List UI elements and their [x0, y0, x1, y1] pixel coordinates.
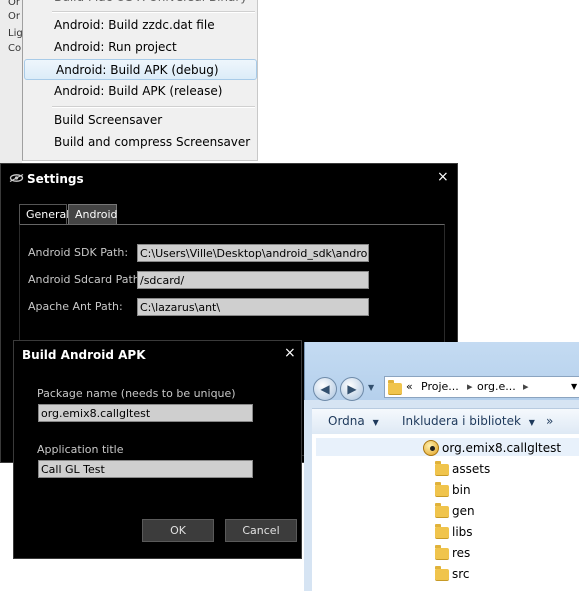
- more-button[interactable]: »: [546, 409, 553, 433]
- folder-gen[interactable]: gen: [452, 503, 475, 519]
- folder-icon: [435, 482, 449, 497]
- menu-item-build-apk-release[interactable]: Android: Build APK (release): [23, 81, 255, 102]
- build-dialog-title: Build Android APK: [22, 348, 146, 362]
- breadcrumb-separator[interactable]: ▸: [467, 377, 473, 397]
- folder-icon: [435, 524, 449, 539]
- sdk-path-input[interactable]: C:\Users\Ville\Desktop\android_sdk\andro…: [137, 244, 369, 262]
- menu-item-run-project[interactable]: Android: Run project: [23, 37, 255, 58]
- menu-separator: [52, 106, 255, 108]
- forward-button[interactable]: ▶: [340, 377, 364, 401]
- ok-button[interactable]: OK: [142, 519, 214, 542]
- settings-title: Settings: [27, 172, 84, 186]
- chevron-down-icon: ▼: [372, 418, 379, 427]
- folder-icon: [435, 503, 449, 518]
- explorer-toolbar: Ordna ▼ Inkludera i bibliotek ▼ »: [312, 408, 579, 436]
- folder-src[interactable]: src: [452, 566, 470, 582]
- folder-bin[interactable]: bin: [452, 482, 471, 498]
- ant-path-label: Apache Ant Path:: [28, 300, 123, 313]
- breadcrumb-projects[interactable]: Proje...: [421, 377, 459, 397]
- package-icon: [423, 440, 439, 456]
- back-button[interactable]: ◀: [313, 377, 337, 401]
- settings-icon: [9, 172, 24, 187]
- menu-item-build-screensaver[interactable]: Build Screensaver: [23, 110, 255, 131]
- cancel-button[interactable]: Cancel: [225, 519, 297, 542]
- organize-button[interactable]: Ordna ▼: [328, 409, 379, 435]
- address-dropdown-icon[interactable]: ▼: [571, 377, 577, 397]
- menu-item-build-compress-screensaver[interactable]: Build and compress Screensaver: [23, 132, 255, 153]
- panel-fragment: Or: [8, 11, 20, 22]
- address-bar[interactable]: « Proje... ▸ org.e... ▸ ▼: [384, 376, 579, 398]
- panel-fragment: Lig: [8, 28, 23, 39]
- build-apk-dialog: Build Android APK × Package name (needs …: [13, 340, 302, 559]
- explorer-window: ◀ ▶ ▼ « Proje... ▸ org.e... ▸ ▼ Ordna ▼ …: [304, 342, 579, 591]
- sdk-path-label: Android SDK Path:: [28, 246, 129, 259]
- ant-path-input[interactable]: C:\lazarus\ant\: [137, 298, 369, 316]
- sdcard-path-input[interactable]: /sdcard/: [137, 271, 369, 289]
- menu-item-build-zzdc[interactable]: Android: Build zzdc.dat file: [23, 15, 255, 36]
- close-icon[interactable]: ×: [437, 169, 449, 185]
- include-label: Inkludera i bibliotek: [402, 414, 521, 428]
- context-menu: Build Mac OS X Universal Binary Android:…: [22, 0, 258, 161]
- breadcrumb-separator[interactable]: ▸: [523, 377, 529, 397]
- explorer-content: org.emix8.callgltest assets bin gen libs…: [312, 434, 579, 591]
- panel-fragment: Co: [8, 43, 22, 54]
- include-in-library-button[interactable]: Inkludera i bibliotek ▼: [402, 409, 535, 435]
- app-title-label: Application title: [37, 443, 124, 456]
- sdcard-path-label: Android Sdcard Path:: [28, 273, 144, 286]
- package-name-label: Package name (needs to be unique): [37, 387, 236, 400]
- folder-icon: [435, 461, 449, 476]
- close-icon[interactable]: ×: [284, 345, 296, 361]
- menu-separator: [52, 11, 255, 13]
- panel-fragment: Or: [8, 0, 20, 8]
- organize-label: Ordna: [328, 414, 365, 428]
- chevron-down-icon[interactable]: ▼: [368, 383, 374, 392]
- breadcrumb-org[interactable]: org.e...: [477, 377, 516, 397]
- ide-side-panel: Or Or Lig Co: [0, 0, 23, 168]
- root-folder-item[interactable]: org.emix8.callgltest: [442, 440, 561, 456]
- folder-libs[interactable]: libs: [452, 524, 473, 540]
- menu-item-build-mac[interactable]: Build Mac OS X Universal Binary: [23, 0, 255, 8]
- folder-icon: [435, 545, 449, 560]
- package-name-input[interactable]: org.emix8.callgltest: [38, 404, 253, 422]
- folder-assets[interactable]: assets: [452, 461, 490, 477]
- menu-item-build-apk-debug[interactable]: Android: Build APK (debug): [24, 59, 257, 80]
- tab-android[interactable]: Android: [68, 204, 118, 224]
- folder-res[interactable]: res: [452, 545, 470, 561]
- folder-icon: [435, 566, 449, 581]
- tab-general[interactable]: General: [19, 204, 69, 224]
- app-title-input[interactable]: Call GL Test: [38, 460, 253, 478]
- chevron-down-icon: ▼: [528, 418, 535, 427]
- address-prefix: «: [406, 380, 413, 393]
